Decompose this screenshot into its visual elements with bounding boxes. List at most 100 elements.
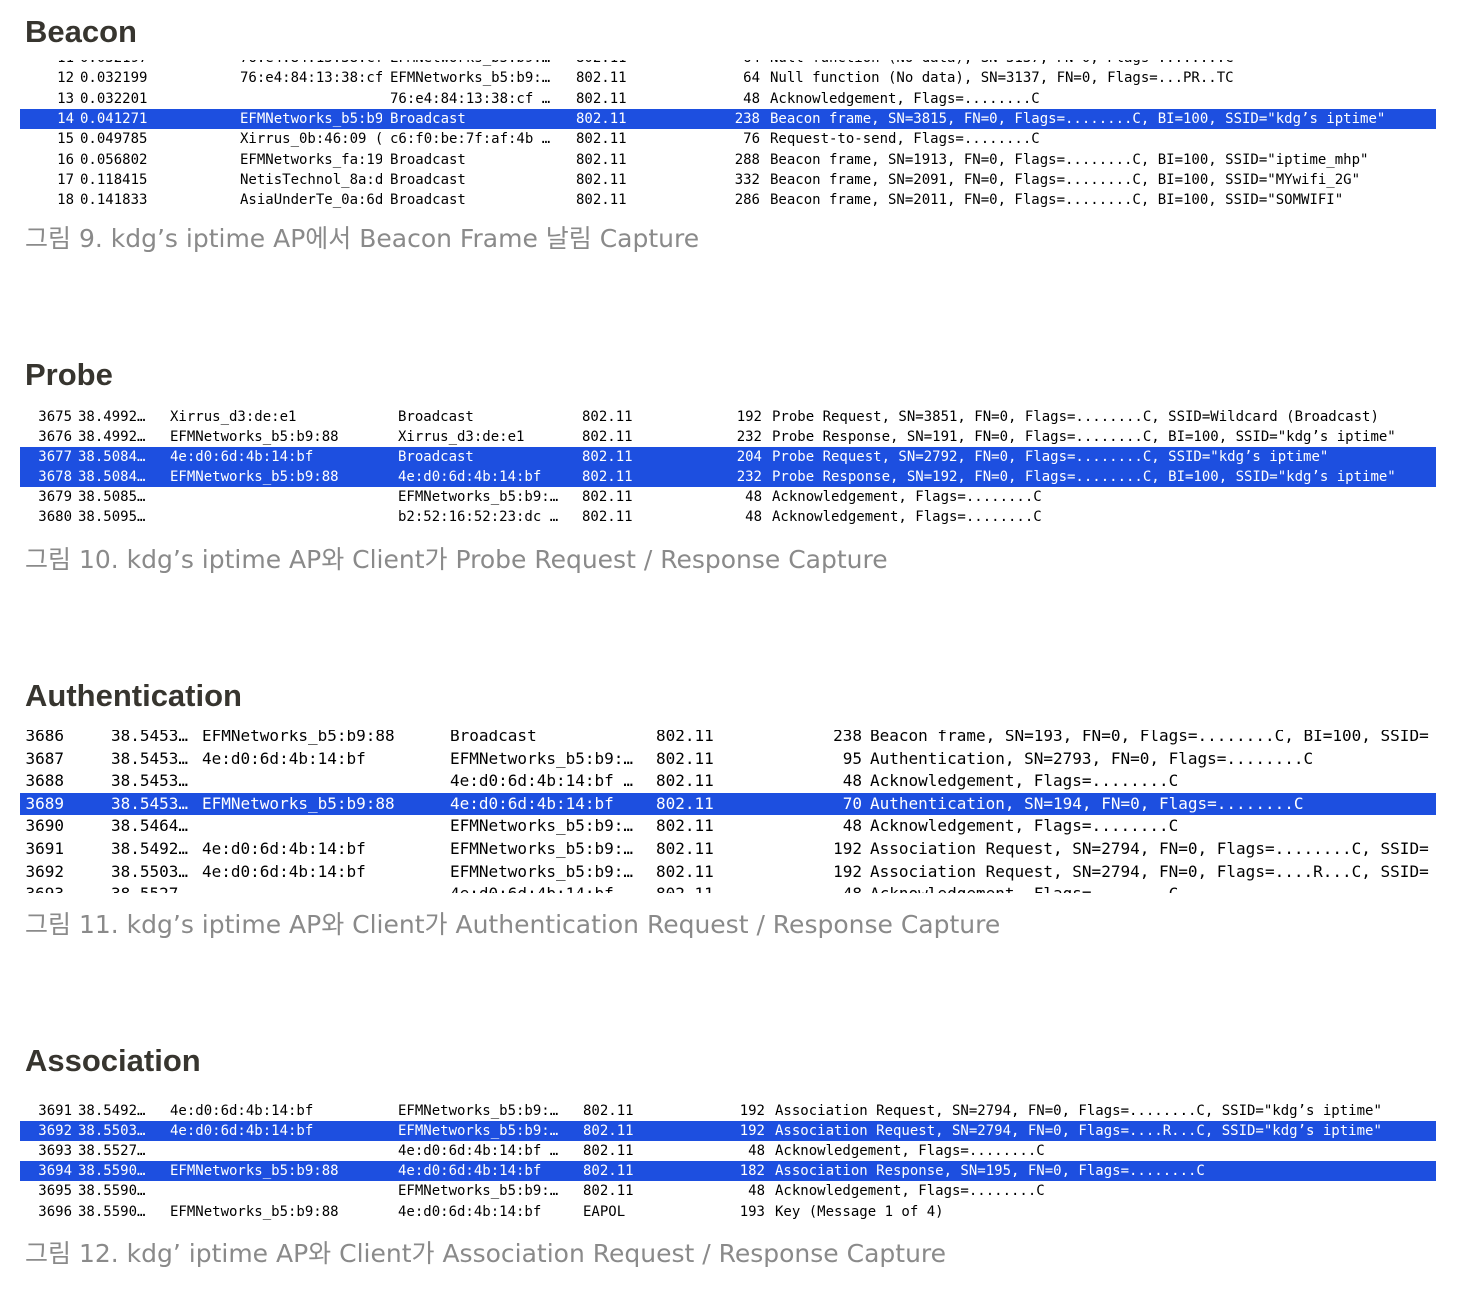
packet-protocol: 802.11 <box>582 429 633 445</box>
packet-source: Xirrus_0b:46:09 (48:c0:… <box>240 131 382 148</box>
packet-time: 0.032197 <box>80 60 234 68</box>
packet-info: Beacon frame, SN=3815, FN=0, Flags=.....… <box>770 110 1386 127</box>
packet-source: AsiaUnderTe_0a:6d:21 <box>240 192 382 208</box>
packet-row[interactable]: 3690 38.5464… EFMNetworks_b5:b9:… 802.11 48 A… <box>20 815 1436 838</box>
packet-source: EFMNetworks_b5:b9:88 <box>170 1163 339 1180</box>
packet-protocol: 802.11 <box>656 839 714 858</box>
packet-row[interactable]: 12 0.032199 76:e4:84:13:38:cf EFMNetworks_b… <box>20 68 1436 88</box>
packet-protocol: 802.11 <box>583 1103 634 1119</box>
packet-info: Acknowledgement, Flags=........C <box>870 816 1179 836</box>
packet-row[interactable]: 16 0.056802 EFMNetworks_fa:19:62 Broadcast 8… <box>20 150 1436 170</box>
packet-info: Beacon frame, SN=193, FN=0, Flags=......… <box>870 730 1429 745</box>
packet-row-selected[interactable]: 3694 38.5590… EFMNetworks_b5:b9:88 4e:d0:6d… <box>20 1161 1436 1182</box>
packet-length: 48 <box>780 883 862 893</box>
packet-row[interactable]: 3693 38.5527… 4e:d0:6d:4b:14:bf … 802.11 48 A… <box>20 1141 1436 1161</box>
packet-row-selected[interactable]: 14 0.041271 EFMNetworks_b5:b9:88 Broadcast 8… <box>20 108 1436 130</box>
packet-source <box>170 1141 390 1161</box>
packet-time: 38.5084… <box>78 469 146 485</box>
packet-row[interactable]: 18 0.141833 AsiaUnderTe_0a:6d:21 Broadcast 8… <box>20 190 1436 208</box>
packet-protocol: 802.11 <box>576 70 627 87</box>
packet-info: Association Response, SN=195, FN=0, Flag… <box>775 1163 1205 1180</box>
packet-row[interactable]: 3696 38.5590… EFMNetworks_b5:b9:88 4e:d0:6d… <box>20 1202 1436 1222</box>
packet-source <box>240 89 382 109</box>
packet-source <box>202 883 436 893</box>
packet-source: 4e:d0:6d:4b:14:bf <box>170 449 314 465</box>
packet-destination: EFMNetworks_b5:b9:… <box>398 1183 559 1200</box>
packet-row[interactable]: 3675 38.4992… Xirrus_d3:de:e1 Broadcast 802.… <box>20 409 1436 427</box>
packet-no: 18 <box>57 192 74 208</box>
packet-protocol: 802.11 <box>582 509 633 525</box>
figure-caption: 그림 12. kdg’ iptime AP와 Client가 Associati… <box>25 1239 947 1268</box>
packet-destination: 4e:d0:6d:4b:14:bf … <box>398 1143 559 1160</box>
packet-row[interactable]: 3686 38.5453… EFMNetworks_b5:b9:88 Broadcas… <box>20 730 1436 748</box>
packet-row[interactable]: 3687 38.5453… 4e:d0:6d:4b:14:bf EFMNetworks… <box>20 748 1436 771</box>
packet-source: NetisTechnol_8a:da:14 <box>240 171 382 188</box>
packet-length: 95 <box>842 748 862 768</box>
packet-destination: EFMNetworks_b5:b9:… <box>450 748 634 768</box>
packet-no: 3692 <box>38 1123 72 1140</box>
packet-row[interactable]: 13 0.032201 76:e4:84:13:38:cf … 802.11 48 Ack… <box>20 89 1436 109</box>
packet-info: Beacon frame, SN=1913, FN=0, Flags=.....… <box>770 151 1369 168</box>
figure-caption: 그림 9. kdg’s iptime AP에서 Beacon Frame 날림 … <box>25 224 700 253</box>
packet-length: 64 <box>680 60 760 68</box>
packet-protocol: 802.11 <box>656 816 714 836</box>
packet-destination: Broadcast <box>390 171 466 188</box>
packet-row[interactable]: 3680 38.5095… b2:52:16:52:23:dc … 802.11 48 A… <box>20 507 1436 527</box>
packet-row-selected[interactable]: 3678 38.5084… EFMNetworks_b5:b9:88 4e:d0:6d… <box>20 467 1436 487</box>
packet-source <box>170 1181 390 1201</box>
packet-row[interactable]: 3692 38.5503… 4e:d0:6d:4b:14:bf EFMNetworks… <box>20 861 1436 884</box>
packet-info: Authentication, SN=2793, FN=0, Flags=...… <box>870 748 1314 768</box>
packet-info: Association Request, SN=2794, FN=0, Flag… <box>870 839 1429 858</box>
packet-row[interactable]: 17 0.118415 NetisTechnol_8a:da:14 Broadcast… <box>20 170 1436 190</box>
packet-row[interactable]: 11 0.032197 76:e4:84:13:38:cf EFMNetworks_b… <box>20 60 1436 68</box>
packet-destination: Broadcast <box>390 192 466 208</box>
packet-no: 13 <box>57 90 74 107</box>
packet-time: 38.5590… <box>78 1163 146 1180</box>
packet-source: EFMNetworks_b5:b9:88 <box>202 730 395 745</box>
packet-info: Acknowledgement, Flags=........C <box>870 883 1436 893</box>
packet-row-selected[interactable]: 3689 38.5453… EFMNetworks_b5:b9:88 4e:d0:6d… <box>20 792 1436 816</box>
packet-length: 64 <box>743 70 760 87</box>
packet-no: 14 <box>57 110 74 127</box>
packet-row[interactable]: 15 0.049785 Xirrus_0b:46:09 (48:c0:… c6:f0:… <box>20 129 1436 149</box>
packet-row[interactable]: 3676 38.4992… EFMNetworks_b5:b9:88 Xirrus_d… <box>20 427 1436 447</box>
packet-row[interactable]: 3679 38.5085… EFMNetworks_b5:b9:… 802.11 48 A… <box>20 487 1436 507</box>
packet-source: 4e:d0:6d:4b:14:bf <box>202 839 366 858</box>
packet-row[interactable]: 3693 38.5527… 4e:d0:6d:4b:14:bf … 802.11 48 A… <box>20 883 1436 893</box>
packet-length: 48 <box>748 1143 765 1160</box>
packet-length: 182 <box>739 1163 765 1180</box>
packet-info: Probe Response, SN=191, FN=0, Flags=....… <box>772 429 1396 445</box>
packet-time: 38.5453… <box>111 793 189 813</box>
packet-no: 3691 <box>25 839 64 858</box>
packet-time: 38.5085… <box>78 489 146 505</box>
packet-source: EFMNetworks_b5:b9:88 <box>170 429 339 445</box>
packet-row-selected[interactable]: 3692 38.5503… 4e:d0:6d:4b:14:bf EFMNetworks… <box>20 1121 1436 1142</box>
packet-protocol: 802.11 <box>583 1143 634 1160</box>
packet-no: 3687 <box>25 748 64 768</box>
packet-row[interactable]: 3688 38.5453… 4e:d0:6d:4b:14:bf … 802.11 48 A… <box>20 770 1436 793</box>
packet-destination: EFMNetworks_b5:b9:… <box>390 60 566 68</box>
packet-source <box>202 770 436 793</box>
packet-time: 0.041271 <box>80 110 148 127</box>
packet-no: 3680 <box>38 509 72 525</box>
packet-time: 38.5503… <box>111 861 189 881</box>
packet-row[interactable]: 3695 38.5590… EFMNetworks_b5:b9:… 802.11 48 A… <box>20 1181 1436 1201</box>
packet-row[interactable]: 3691 38.5492… 4e:d0:6d:4b:14:bf EFMNetworks… <box>20 838 1436 861</box>
packet-time: 38.5453… <box>111 730 189 745</box>
packet-source <box>170 487 390 507</box>
packet-no: 3688 <box>25 771 64 791</box>
packet-time: 38.4992… <box>78 409 146 425</box>
packet-protocol: 802.11 <box>576 151 627 168</box>
packet-length: 332 <box>734 171 760 188</box>
packet-no: 15 <box>57 131 74 148</box>
packet-length: 288 <box>734 151 760 168</box>
packet-no: 3690 <box>25 816 64 836</box>
packet-destination: Xirrus_d3:de:e1 <box>398 429 525 445</box>
packet-length: 193 <box>739 1203 765 1220</box>
packet-row[interactable]: 3691 38.5492… 4e:d0:6d:4b:14:bf EFMNetworks… <box>20 1101 1436 1121</box>
packet-source: 76:e4:84:13:38:cf <box>240 70 382 87</box>
packet-no: 3695 <box>38 1183 72 1200</box>
packet-source: EFMNetworks_b5:b9:88 <box>170 1203 339 1220</box>
packet-row-selected[interactable]: 3677 38.5084… 4e:d0:6d:4b:14:bf Broadcast 80… <box>20 447 1436 467</box>
packet-length: 238 <box>833 730 862 745</box>
